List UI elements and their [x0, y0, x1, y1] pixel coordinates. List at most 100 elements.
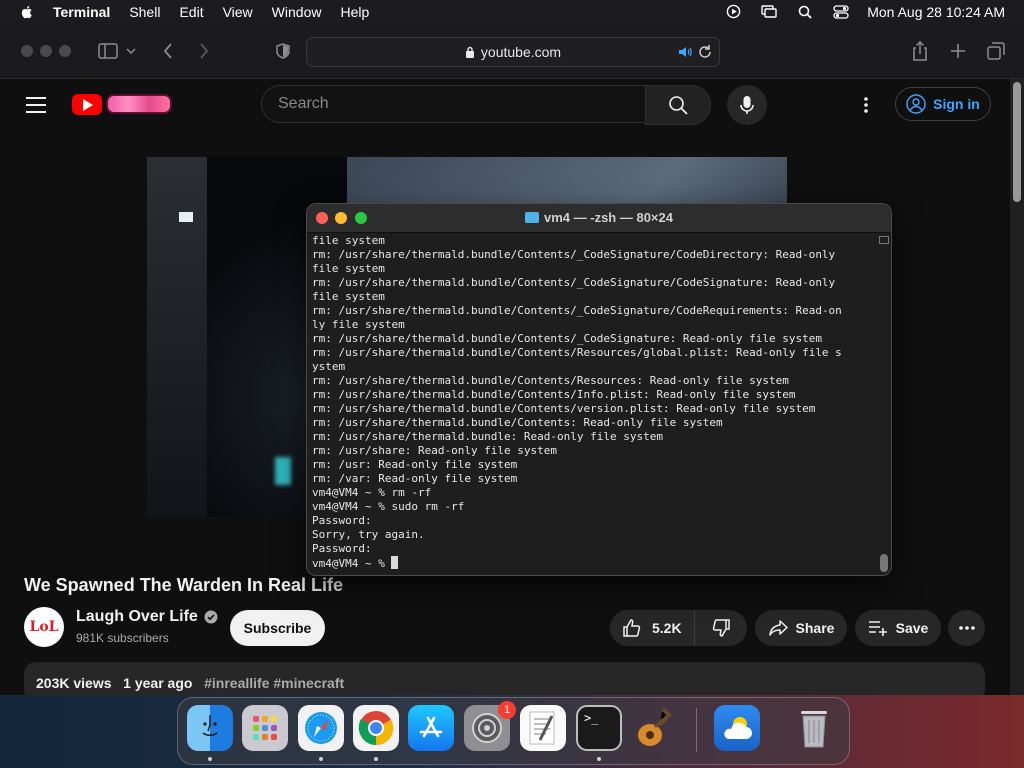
youtube-logo[interactable]: [72, 93, 172, 115]
channel-name-row[interactable]: Laugh Over Life: [76, 608, 218, 626]
menu-view[interactable]: View: [223, 4, 253, 20]
search-input[interactable]: Search: [261, 85, 646, 123]
garageband-icon[interactable]: [632, 705, 678, 751]
screen-mirroring-icon[interactable]: [761, 4, 777, 20]
chevron-down-icon[interactable]: [124, 39, 138, 63]
page-scrollbar[interactable]: [1010, 79, 1024, 695]
voice-search-button[interactable]: [727, 85, 767, 125]
like-button[interactable]: 5.2K: [610, 610, 695, 646]
scrollbar-thumb[interactable]: [1013, 82, 1021, 202]
menu-help[interactable]: Help: [340, 4, 369, 20]
sidebar-toggle-icon[interactable]: [96, 39, 120, 63]
view-count: 203K views: [36, 675, 112, 691]
spotlight-search-icon[interactable]: [797, 4, 813, 20]
dock-separator: [696, 708, 697, 752]
forward-icon[interactable]: [192, 39, 216, 63]
weather-icon[interactable]: [714, 705, 760, 751]
finder-icon[interactable]: [187, 705, 233, 751]
terminal-line: rm: /usr/share/thermald.bundle/Contents:…: [312, 416, 723, 429]
youtube-doodle-icon: [106, 94, 172, 114]
safari-running-indicator: [319, 757, 323, 761]
terminal-line: rm: /usr/share/thermald.bundle/Contents/…: [312, 276, 836, 289]
subscribe-button[interactable]: Subscribe: [230, 610, 325, 646]
terminal-title: vm4 — -zsh — 80×24: [544, 210, 673, 225]
save-label: Save: [895, 620, 929, 636]
terminal-line: rm: /usr/share/thermald.bundle/Contents/…: [312, 304, 842, 317]
terminal-line: rm: /usr/share/thermald.bundle: Read-onl…: [312, 430, 663, 443]
terminal-window[interactable]: vm4 — -zsh — 80×24 file system rm: /usr/s…: [306, 203, 892, 576]
dislike-button[interactable]: [695, 618, 747, 638]
terminal-running-indicator: [597, 757, 601, 761]
new-tab-icon[interactable]: [946, 39, 970, 63]
tab-overview-icon[interactable]: [984, 39, 1008, 63]
upload-age: 1 year ago: [123, 675, 193, 691]
save-button[interactable]: Save: [855, 610, 941, 646]
hamburger-menu-icon[interactable]: [26, 97, 46, 113]
terminal-line: rm: /usr/share/thermald.bundle/Contents/…: [312, 402, 816, 415]
menu-window[interactable]: Window: [272, 4, 322, 20]
menu-app-name[interactable]: Terminal: [53, 4, 110, 20]
chrome-icon[interactable]: [353, 705, 399, 751]
folder-icon: [525, 212, 539, 223]
hashtags[interactable]: #inreallife #minecraft: [204, 675, 344, 691]
terminal-line: Sorry, try again.: [312, 528, 425, 541]
thumbs-up-icon: [623, 619, 641, 637]
reload-icon[interactable]: [697, 44, 713, 60]
window-close-button[interactable]: [21, 45, 33, 57]
terminal-line: rm: /usr/share/thermald.bundle/Contents/…: [312, 388, 796, 401]
privacy-shield-icon[interactable]: [271, 39, 295, 63]
safari-icon[interactable]: [298, 705, 344, 751]
scroll-marker-icon: [879, 236, 889, 244]
notification-badge: 1: [498, 701, 516, 719]
microphone-icon: [740, 96, 754, 114]
verified-check-icon: [204, 610, 218, 624]
sign-in-button[interactable]: Sign in: [895, 87, 991, 121]
terminal-icon[interactable]: >_: [576, 705, 622, 751]
textedit-icon[interactable]: [520, 705, 566, 751]
terminal-line: rm: /usr/share/thermald.bundle/Contents/…: [312, 248, 836, 261]
search-button[interactable]: [645, 85, 711, 125]
terminal-titlebar[interactable]: vm4 — -zsh — 80×24: [307, 204, 891, 233]
terminal-line: file system: [312, 290, 385, 303]
terminal-prompt: vm4@VM4 ~ %: [312, 557, 392, 570]
youtube-play-logo-icon: [72, 93, 102, 115]
more-actions-button[interactable]: [948, 610, 985, 646]
finder-running-indicator: [208, 757, 212, 761]
dock: 1 >_: [177, 697, 850, 765]
terminal-scrollbar-thumb[interactable]: [880, 554, 888, 572]
play-circle-icon[interactable]: [725, 4, 741, 20]
terminal-scrollbar[interactable]: [879, 234, 889, 574]
terminal-output[interactable]: file system rm: /usr/share/thermald.bundl…: [312, 234, 877, 574]
sign-in-label: Sign in: [933, 96, 980, 112]
terminal-line: rm: /usr/share/thermald.bundle/Contents/…: [312, 346, 842, 359]
menu-clock[interactable]: Mon Aug 28 10:24 AM: [867, 4, 1005, 20]
settings-more-icon[interactable]: [856, 95, 876, 115]
apple-icon[interactable]: [19, 4, 35, 20]
menu-shell[interactable]: Shell: [129, 4, 160, 20]
launchpad-icon[interactable]: [242, 705, 288, 751]
window-zoom-button[interactable]: [59, 45, 71, 57]
address-bar[interactable]: youtube.com: [306, 37, 720, 67]
terminal-line: rm: /usr/share/thermald.bundle/Contents/…: [312, 374, 789, 387]
channel-name[interactable]: Laugh Over Life: [76, 608, 198, 626]
account-circle-icon: [906, 94, 926, 114]
window-minimize-button[interactable]: [40, 45, 52, 57]
back-icon[interactable]: [156, 39, 180, 63]
chrome-running-indicator: [374, 757, 378, 761]
channel-avatar[interactable]: LoL: [24, 607, 64, 647]
audio-playing-icon[interactable]: [677, 44, 693, 60]
description-box[interactable]: 203K views 1 year ago #inreallife #minec…: [24, 662, 985, 695]
terminal-line: Password:: [312, 542, 372, 555]
trash-icon[interactable]: [791, 705, 837, 751]
more-horizontal-icon: [958, 626, 975, 630]
share-button[interactable]: Share: [755, 610, 847, 646]
url-text: youtube.com: [480, 44, 562, 60]
terminal-prompt-line[interactable]: vm4@VM4 ~ %: [312, 556, 877, 571]
app-store-icon[interactable]: [408, 705, 454, 751]
control-center-icon[interactable]: [833, 4, 849, 20]
menu-edit[interactable]: Edit: [179, 4, 203, 20]
terminal-line: file system: [312, 262, 385, 275]
share-icon[interactable]: [908, 39, 932, 63]
like-count: 5.2K: [652, 620, 682, 636]
system-settings-icon[interactable]: 1: [464, 701, 516, 751]
